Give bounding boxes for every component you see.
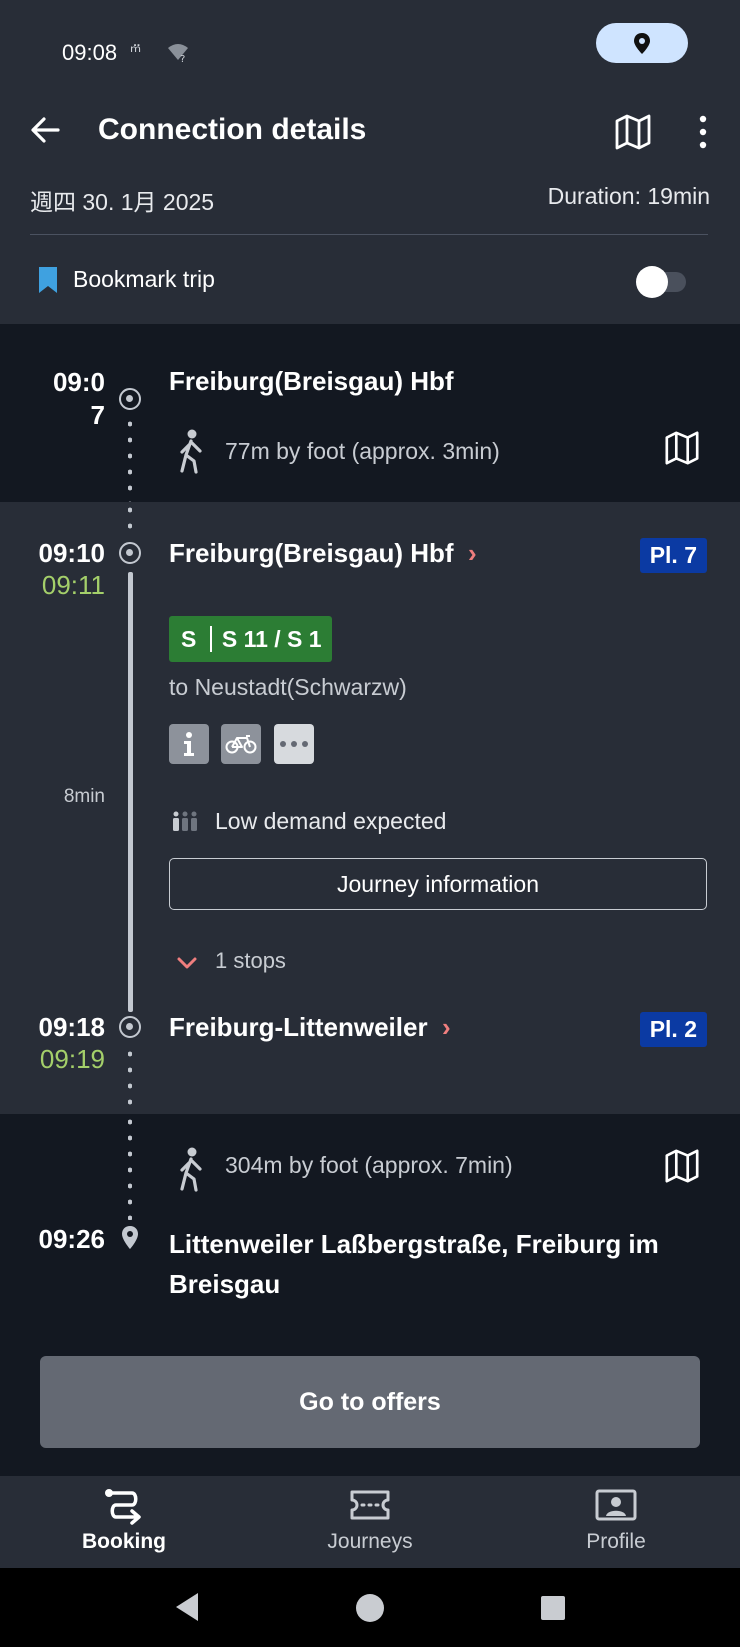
nav-booking[interactable]: Booking xyxy=(44,1476,204,1568)
occupancy-icon xyxy=(173,811,197,831)
walk-map-button[interactable] xyxy=(662,429,702,472)
product-letter: S xyxy=(181,625,197,652)
nav-label-booking: Booking xyxy=(82,1530,166,1553)
stops-count[interactable]: 1 stops xyxy=(215,948,286,974)
chevron-down-icon xyxy=(177,957,197,969)
walking-person-icon xyxy=(180,1147,202,1192)
arrival-time: 09:18 xyxy=(38,1012,106,1042)
departure-station-name: Freiburg(Breisgau) Hbf xyxy=(169,538,454,568)
toggle-knob xyxy=(636,266,668,298)
departure-time-line2: 7 xyxy=(90,400,105,430)
travel-duration: 8min xyxy=(63,786,105,807)
destination-arrival-time: 09:26 xyxy=(38,1224,106,1254)
map-icon xyxy=(665,1149,699,1183)
svg-text:?: ? xyxy=(180,54,185,64)
route-icon xyxy=(105,1489,141,1525)
demand-text: Low demand expected xyxy=(215,808,447,834)
walking-person-icon xyxy=(180,429,202,474)
more-horizontal-icon xyxy=(280,741,308,747)
location-pin-icon xyxy=(634,33,650,54)
location-indicator[interactable] xyxy=(596,23,688,63)
walk-distance: 77m by foot (approx. 3min) xyxy=(225,438,500,464)
bicycle-icon xyxy=(225,735,257,754)
departure-platform: Pl. 7 xyxy=(639,538,707,573)
system-home-icon[interactable] xyxy=(354,1592,386,1624)
destination-pin-icon xyxy=(122,1226,138,1249)
nav-label-journeys: Journeys xyxy=(327,1530,413,1553)
departure-time-line1: 09:0 xyxy=(52,367,105,397)
ticket-icon xyxy=(350,1490,390,1520)
departure-time-walk: 09:0 7 xyxy=(25,366,105,432)
departure-realtime: 09:11 xyxy=(41,570,105,600)
train-segment: 09:10 09:11 Freiburg(Breisgau) Hbf › Pl.… xyxy=(0,502,740,1114)
nav-label-profile: Profile xyxy=(586,1530,646,1553)
nav-journeys[interactable]: Journeys xyxy=(290,1476,450,1568)
line-name: S 11 / S 1 xyxy=(221,625,322,652)
bicycle-feature-button[interactable] xyxy=(221,724,261,764)
train-path-line xyxy=(128,572,133,1012)
departure-station[interactable]: Freiburg(Breisgau) Hbf › xyxy=(169,538,477,569)
profile-card-icon xyxy=(595,1489,637,1521)
page-title: Connection details xyxy=(98,113,367,146)
journey-information-button[interactable]: Journey information xyxy=(169,858,707,910)
departure-time: 09:10 xyxy=(38,538,106,568)
walk-map-button[interactable] xyxy=(662,1147,702,1190)
divider xyxy=(30,234,708,235)
stop-marker xyxy=(119,1016,141,1038)
arrival-station-name: Freiburg-Littenweiler xyxy=(169,1012,428,1042)
more-options-button[interactable] xyxy=(692,112,714,152)
destination-station: Littenweiler Laßbergstraße, Freiburg im … xyxy=(169,1224,709,1304)
bookmark-toggle[interactable] xyxy=(636,266,690,298)
arrival-realtime: 09:19 xyxy=(39,1044,105,1074)
arrival-platform: Pl. 2 xyxy=(639,1012,707,1047)
system-back-icon[interactable] xyxy=(172,1590,202,1624)
trip-date: 週四 30. 1月 2025 xyxy=(30,189,215,215)
system-navigation-bar xyxy=(0,1568,740,1647)
walk-path-line xyxy=(128,1114,132,1220)
stop-marker xyxy=(119,542,141,564)
walk-path-line xyxy=(128,502,132,538)
info-icon xyxy=(184,732,194,756)
walk-path-line xyxy=(128,1046,132,1114)
walk-segment-start: 09:0 7 Freiburg(Breisgau) Hbf 77m by foo… xyxy=(0,324,740,502)
stop-marker xyxy=(119,388,141,410)
back-button[interactable] xyxy=(28,110,68,150)
system-recents-icon[interactable] xyxy=(540,1595,566,1621)
nav-profile[interactable]: Profile xyxy=(536,1476,696,1568)
stops-toggle[interactable] xyxy=(176,954,198,972)
bookmark-label: Bookmark trip xyxy=(73,266,215,292)
go-to-offers-button[interactable]: Go to offers xyxy=(40,1356,700,1448)
info-feature-button[interactable] xyxy=(169,724,209,764)
wifi-icon: ᵐ̈ ? xyxy=(130,42,188,65)
more-vertical-icon xyxy=(699,115,707,149)
chevron-right-icon: › xyxy=(434,1012,451,1042)
status-time: 09:08 xyxy=(62,40,118,65)
train-direction: to Neustadt(Schwarzw) xyxy=(169,674,407,700)
map-icon xyxy=(665,431,699,465)
status-bar: 09:08 ᵐ̈ ? xyxy=(0,0,740,90)
map-button[interactable] xyxy=(612,112,654,152)
more-features-button[interactable] xyxy=(274,724,314,764)
arrow-left-icon xyxy=(31,117,60,143)
trip-duration: Duration: 19min xyxy=(547,183,710,209)
svg-text:ᵐ̈: ᵐ̈ xyxy=(130,42,141,63)
status-icons: ᵐ̈ ? xyxy=(130,40,190,70)
line-badge[interactable]: S S 11 / S 1 xyxy=(169,616,332,662)
destination-line1: Littenweiler Laßbergstraße, Freiburg im xyxy=(169,1229,659,1259)
bookmark-icon xyxy=(38,266,58,294)
map-icon xyxy=(615,114,651,150)
chevron-right-icon: › xyxy=(460,538,477,568)
walk-path-line xyxy=(128,416,132,502)
destination-line2: Breisgau xyxy=(169,1269,281,1299)
walk-distance: 304m by foot (approx. 7min) xyxy=(225,1152,513,1178)
arrival-station[interactable]: Freiburg-Littenweiler › xyxy=(169,1012,451,1043)
bottom-navigation: Booking Journeys Profile xyxy=(0,1476,740,1568)
start-station[interactable]: Freiburg(Breisgau) Hbf xyxy=(169,366,454,397)
